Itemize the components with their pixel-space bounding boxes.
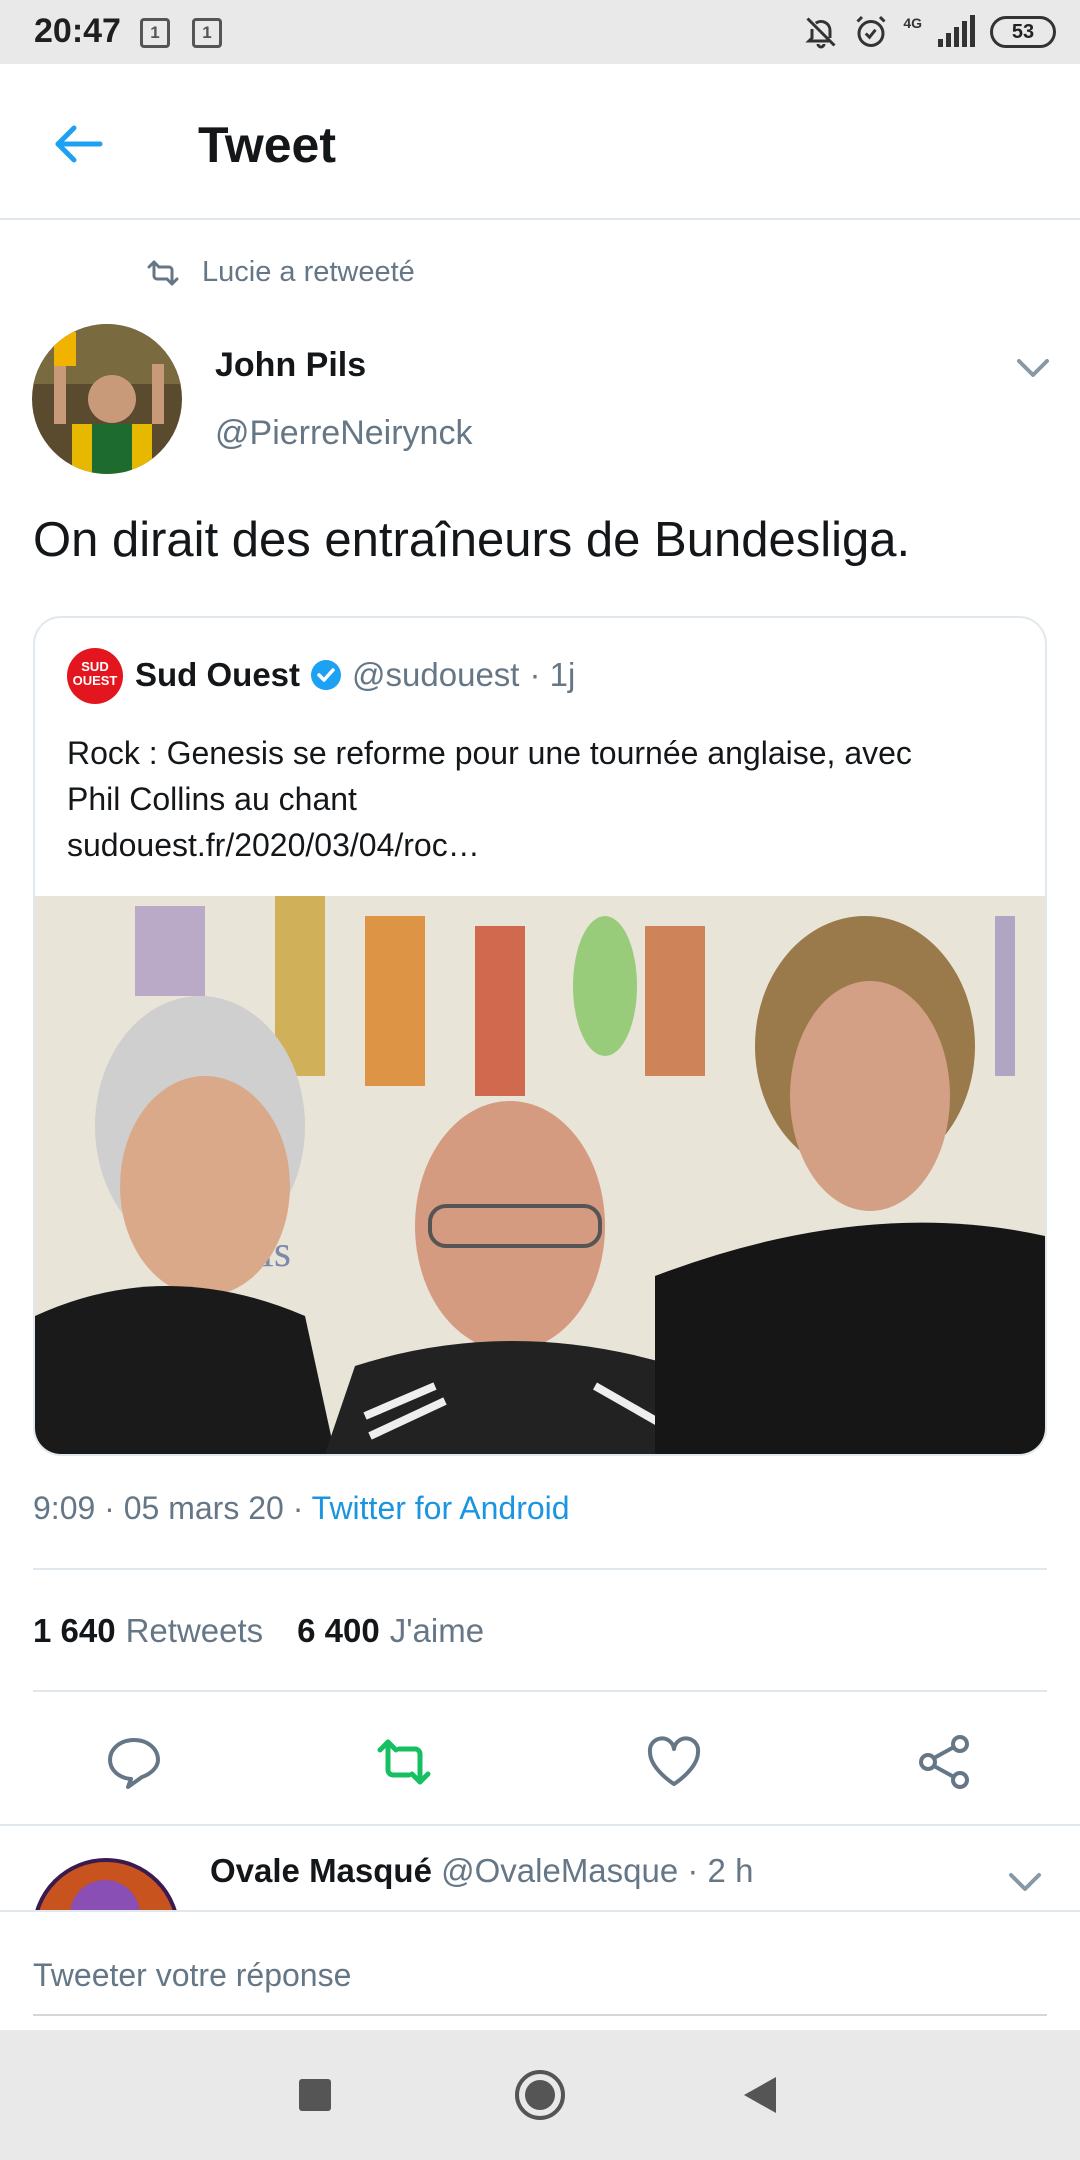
divider (33, 1690, 1047, 1692)
status-time: 20:47 (34, 12, 121, 50)
retweet-context-label: Lucie a retweeté (202, 256, 415, 288)
retweet-icon (377, 1739, 431, 1785)
reply-author-handle: @OvaleMasque (441, 1852, 679, 1889)
quoted-text-line: Phil Collins au chant (67, 781, 357, 817)
tweet-text: On dirait des entraîneurs de Bundesliga. (33, 513, 911, 567)
reply-icon (108, 1738, 160, 1789)
system-nav-bar (0, 2030, 1080, 2160)
arrow-left-icon (55, 125, 103, 163)
retweets-label: Retweets (125, 1612, 264, 1649)
reply-tweet[interactable]: Ovale Masqué @OvaleMasque · 2 h (0, 1826, 1080, 1910)
signal-icon (938, 15, 975, 47)
recents-button[interactable] (298, 2078, 332, 2117)
quoted-tweet[interactable]: SUD OUEST Sud Ouest @sudouest · 1j Rock … (33, 616, 1047, 1456)
bell-off-icon (805, 17, 836, 49)
likes-stat[interactable]: 6 400 J'aime (297, 1612, 484, 1650)
reply-avatar[interactable] (32, 1858, 180, 1910)
quoted-image[interactable]: esis (35, 896, 1045, 1454)
quoted-text: Rock : Genesis se reforme pour une tourn… (67, 730, 1027, 868)
author-name[interactable]: John Pils (215, 346, 366, 385)
reply-menu-button[interactable] (1005, 1862, 1045, 1902)
quoted-time: · 1j (529, 656, 576, 693)
battery-level: 53 (990, 16, 1056, 48)
status-icons: 4G 53 (803, 12, 1056, 52)
retweets-stat[interactable]: 1 640 Retweets (33, 1612, 263, 1650)
square-icon (299, 2079, 331, 2111)
retweet-context[interactable]: Lucie a retweeté (146, 256, 415, 289)
quoted-author-name: Sud Ouest (135, 656, 301, 693)
status-bar: 20:47 1 1 4G 53 (0, 0, 1080, 64)
tweet-meta: 9:09 · 05 mars 20 · Twitter for Android (33, 1490, 570, 1527)
reply-time: · 2 h (687, 1852, 754, 1889)
home-circle-icon (515, 2070, 565, 2120)
home-button[interactable] (513, 2068, 567, 2127)
tweet-stats: 1 640 Retweets 6 400 J'aime (33, 1612, 484, 1650)
back-nav-button[interactable] (743, 2076, 777, 2119)
network-type: 4G (903, 15, 922, 31)
tweet-source[interactable]: Twitter for Android (312, 1490, 570, 1526)
genesis-photo: esis (35, 896, 1045, 1454)
author-handle[interactable]: @PierreNeirynck (215, 414, 472, 453)
verified-badge-icon (311, 660, 342, 690)
share-button[interactable] (914, 1732, 974, 1792)
sim1-icon: 1 (140, 18, 170, 48)
reply-header: Ovale Masqué @OvaleMasque · 2 h (210, 1852, 753, 1890)
alarm-icon (856, 15, 886, 47)
divider (33, 1568, 1047, 1570)
reply-input[interactable] (33, 1936, 1047, 2016)
sim2-icon: 1 (192, 18, 222, 48)
quoted-author-handle: @sudouest (352, 656, 520, 693)
quoted-link[interactable]: sudouest.fr/2020/03/04/roc… (67, 822, 1027, 868)
share-icon (919, 1735, 969, 1789)
back-button[interactable] (48, 114, 108, 174)
reply-author-name: Ovale Masqué (210, 1852, 432, 1889)
likes-label: J'aime (389, 1612, 485, 1649)
tweet-menu-button[interactable] (1013, 348, 1053, 388)
sudouest-logo: SUD OUEST (67, 648, 123, 704)
quoted-text-line: Rock : Genesis se reforme pour une tourn… (67, 735, 912, 771)
retweet-button[interactable] (374, 1732, 434, 1792)
likes-count: 6 400 (297, 1612, 380, 1649)
chevron-down-icon (1017, 359, 1049, 377)
chevron-down-icon (1009, 1873, 1041, 1891)
tweet-actions (0, 1700, 1080, 1826)
retweets-count: 1 640 (33, 1612, 116, 1649)
quoted-header: Sud Ouest @sudouest · 1j (135, 656, 575, 694)
author-avatar[interactable] (32, 324, 182, 474)
triangle-back-icon (744, 2077, 776, 2113)
like-button[interactable] (644, 1732, 704, 1792)
page-title: Tweet (198, 117, 336, 173)
heart-icon (647, 1736, 701, 1786)
avatar-photo (32, 324, 182, 474)
retweet-icon (147, 260, 179, 285)
tweet-timestamp: 9:09 · 05 mars 20 · (33, 1490, 312, 1526)
reply-button[interactable] (104, 1732, 164, 1792)
reply-composer (0, 1910, 1080, 2030)
app-header: Tweet (0, 64, 1080, 220)
